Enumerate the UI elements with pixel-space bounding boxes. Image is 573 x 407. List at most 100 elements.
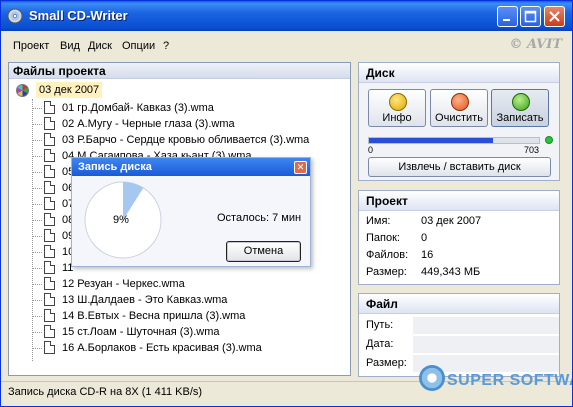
disk-capacity-bar	[368, 137, 540, 144]
project-folders-label: Папок:	[366, 232, 400, 244]
maximize-icon	[524, 10, 537, 23]
tree-branch-line	[32, 300, 42, 301]
copyright-mark: © AVIT	[509, 37, 562, 52]
close-button[interactable]	[544, 6, 565, 27]
tree-connector	[32, 99, 33, 361]
tree-branch-line	[32, 236, 42, 237]
project-row-size: Размер: 449,343 МБ	[359, 264, 559, 281]
clear-icon	[451, 93, 469, 111]
file-icon	[44, 133, 55, 146]
tree-branch-line	[32, 172, 42, 173]
capacity-max-label: 703	[524, 145, 540, 155]
time-remaining: Осталось: 7 мин	[217, 212, 302, 224]
clear-button[interactable]: Очистить	[430, 89, 488, 127]
file-icon	[44, 293, 55, 306]
tree-branch-line	[32, 124, 42, 125]
info-button[interactable]: Инфо	[368, 89, 426, 127]
capacity-min-label: 0	[368, 145, 374, 155]
disc-icon	[16, 84, 29, 97]
menu-project[interactable]: Проект	[13, 40, 49, 52]
file-icon	[44, 165, 55, 178]
menu-bar: Проект Вид Диск Опции ? © AVIT	[1, 31, 572, 53]
watermark-logo: SUPER SOFTWARE	[419, 361, 572, 405]
minimize-icon	[503, 19, 510, 21]
cd-app-icon	[7, 8, 23, 24]
file-icon	[44, 101, 55, 114]
title-bar[interactable]: Small CD-Writer	[1, 1, 572, 31]
dialog-title[interactable]: Запись диска	[72, 158, 310, 176]
tree-branch-line	[32, 252, 42, 253]
status-text: Запись диска CD-R на 8X (1 411 KB/s)	[8, 386, 203, 398]
tree-branch-line	[32, 108, 42, 109]
project-panel-header: Проект	[359, 191, 559, 211]
file-icon	[44, 277, 55, 290]
file-path-label: Путь:	[366, 319, 394, 331]
window-title: Small CD-Writer	[29, 8, 128, 23]
gear-icon	[419, 365, 445, 391]
tree-branch-line	[32, 316, 42, 317]
file-row-date: Дата:	[359, 336, 559, 353]
close-icon	[549, 11, 560, 22]
file-size-label: Размер:	[366, 357, 407, 369]
project-size-label: Размер:	[366, 266, 407, 278]
close-icon: ✕	[296, 162, 305, 172]
menu-view[interactable]: Вид	[60, 40, 80, 52]
burn-icon	[512, 93, 530, 111]
cancel-button[interactable]: Отмена	[226, 241, 301, 262]
file-icon	[44, 245, 55, 258]
file-icon	[44, 197, 55, 210]
track-name: 03 Р.Барчо - Сердце кровью обливается (3…	[62, 134, 310, 146]
disk-capacity-fill	[369, 138, 494, 143]
tree-branch-line	[32, 284, 42, 285]
watermark-text: SUPER SOFTWARE	[447, 372, 572, 389]
tree-branch-line	[32, 332, 42, 333]
track-name: 12 Резуан - Черкес.wma	[62, 278, 185, 290]
file-icon	[44, 117, 55, 130]
app-window: Small CD-Writer Проект Вид Диск Опции ? …	[0, 0, 573, 407]
file-row-path: Путь:	[359, 317, 559, 334]
file-icon	[44, 309, 55, 322]
disk-panel: Диск Инфо Очистить Записать 0 703 Извлеч…	[358, 62, 560, 181]
tree-branch-line	[32, 204, 42, 205]
project-name-label: Имя:	[366, 215, 391, 227]
maximize-button[interactable]	[520, 6, 541, 27]
project-name-value: 03 дек 2007	[421, 215, 482, 227]
file-icon	[44, 213, 55, 226]
file-panel-header: Файл	[359, 294, 559, 314]
minimize-button[interactable]	[497, 6, 518, 27]
tree-branch-line	[32, 348, 42, 349]
file-icon	[44, 341, 55, 354]
clear-button-label: Очистить	[435, 112, 483, 124]
info-icon	[389, 93, 407, 111]
burn-button[interactable]: Записать	[491, 89, 549, 127]
file-icon	[44, 261, 55, 274]
track-name: 14 В.Евтых - Весна пришла (3).wma	[62, 310, 246, 322]
files-panel-header: Файлы проекта	[9, 63, 350, 79]
info-button-label: Инфо	[382, 112, 412, 124]
track-name: 13 Ш.Далдаев - Это Кавказ.wma	[62, 294, 228, 306]
file-path-value	[413, 317, 559, 334]
burn-progress-dialog: Запись диска ✕ 9% Осталось: 7 мин Отмена	[71, 157, 311, 267]
track-name: 15 ст.Лоам - Шуточная (3).wma	[62, 326, 220, 338]
tree-branch-line	[32, 268, 42, 269]
dialog-close-button[interactable]: ✕	[294, 161, 307, 174]
file-date-label: Дата:	[366, 338, 394, 350]
project-row-name: Имя: 03 дек 2007	[359, 213, 559, 230]
file-icon	[44, 181, 55, 194]
menu-options[interactable]: Опции	[122, 40, 155, 52]
project-files-label: Файлов:	[366, 249, 409, 261]
menu-disk[interactable]: Диск	[88, 40, 112, 52]
project-size-value: 449,343 МБ	[421, 266, 481, 278]
file-date-value	[413, 336, 559, 353]
file-icon	[44, 149, 55, 162]
eject-insert-button[interactable]: Извлечь / вставить диск	[368, 157, 551, 177]
tree-branch-line	[32, 140, 42, 141]
disk-panel-header: Диск	[359, 63, 559, 83]
burn-button-label: Записать	[496, 112, 544, 124]
file-icon	[44, 229, 55, 242]
menu-help[interactable]: ?	[163, 40, 169, 52]
tree-root-label: 03 дек 2007	[36, 82, 103, 98]
track-name: 02 А.Мугу - Черные глаза (3).wma	[62, 118, 235, 130]
project-files-value: 16	[421, 249, 434, 261]
progress-percent: 9%	[113, 214, 129, 226]
